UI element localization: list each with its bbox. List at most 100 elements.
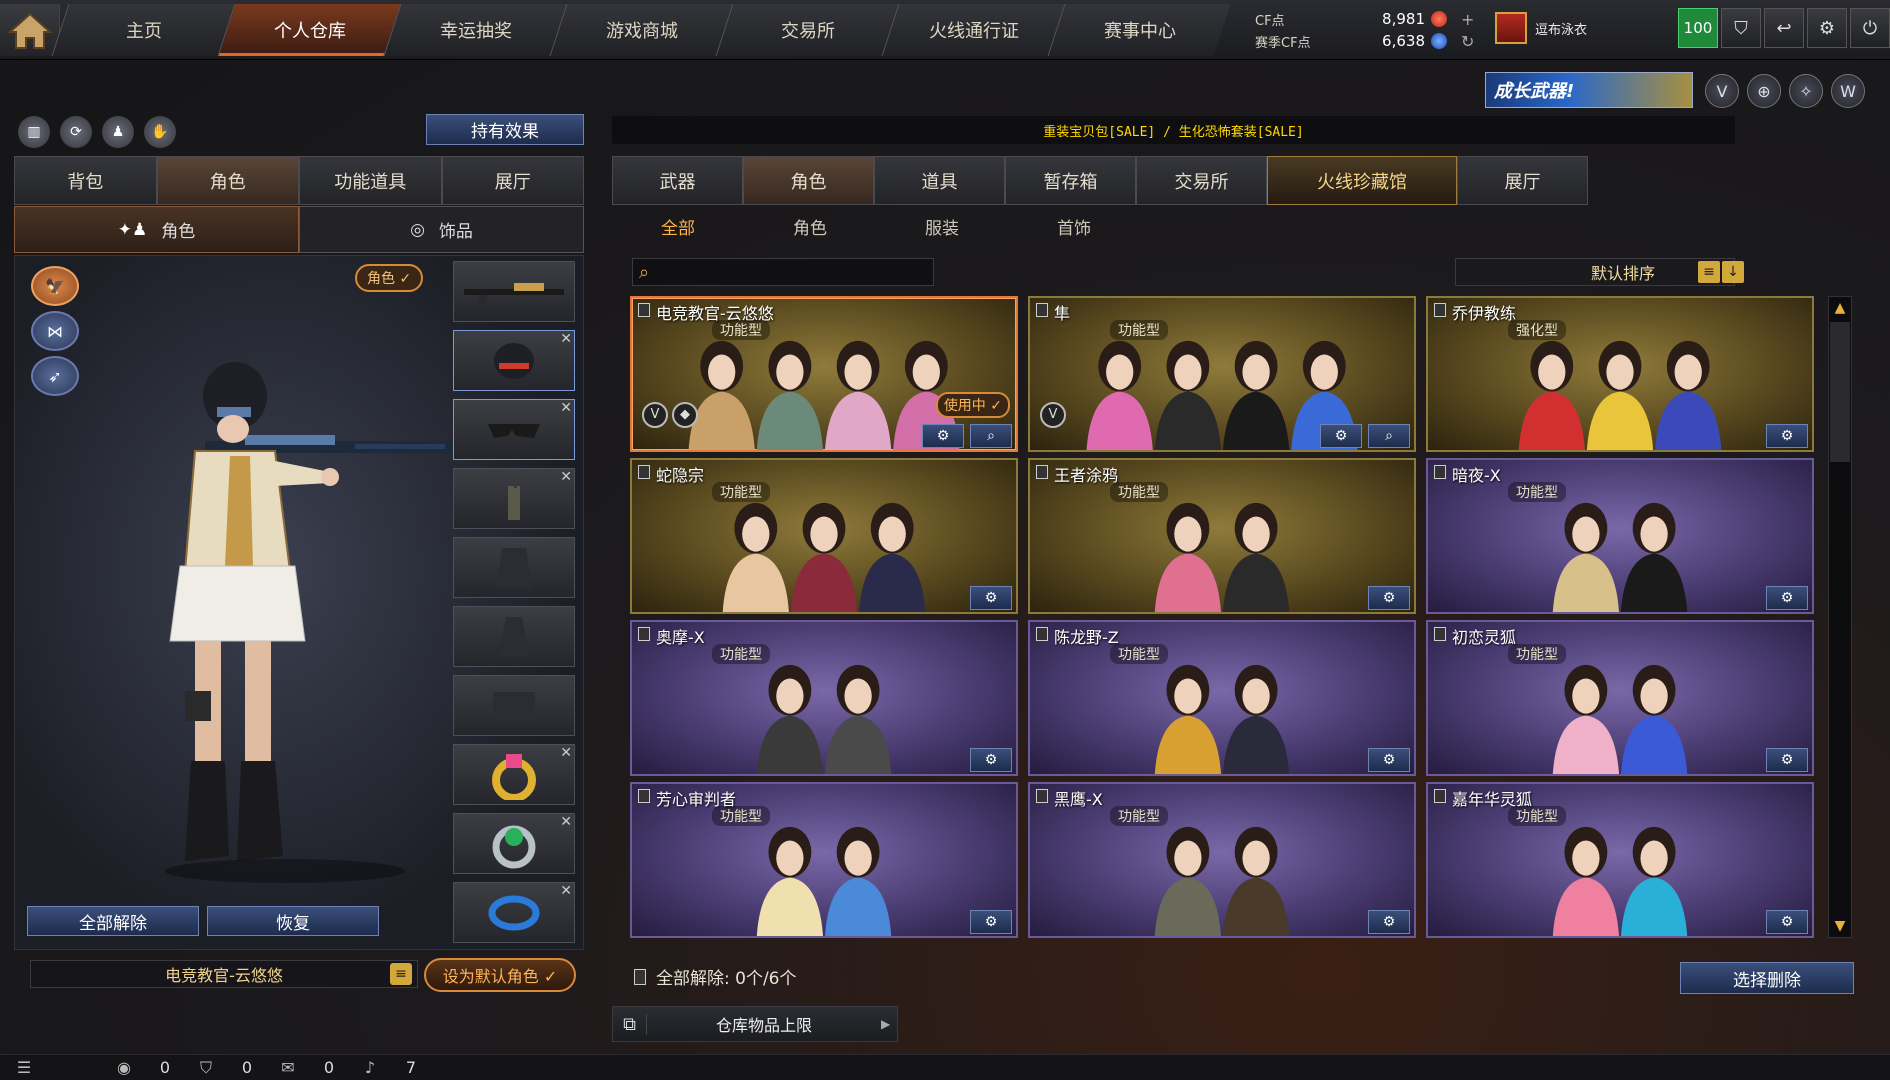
helmet-slot[interactable]: ✕ [453,330,575,391]
pose-icon[interactable]: ♟ [102,116,134,148]
scroll-thumb[interactable] [1830,322,1850,462]
remove-icon[interactable]: ✕ [560,400,572,416]
character-card[interactable]: 芳心审判者 功能型 ⚙ [630,782,1018,938]
status-item[interactable]: ♪ 7 [360,1058,428,1078]
inventory-tab-4[interactable]: 交易所 [1136,156,1267,205]
weapon-slot[interactable] [453,261,575,322]
settings-icon[interactable]: ⚙ [1807,8,1847,48]
bookmark-icon[interactable] [1434,303,1446,317]
ring-slot-2[interactable]: ✕ [453,813,575,874]
character-card[interactable]: 暗夜-X 功能型 ⚙ [1426,458,1814,614]
sort-list-icon[interactable]: ≡ [1698,261,1720,283]
nav-tab-0[interactable]: 主页 [51,4,235,56]
nav-tab-6[interactable]: 赛事中心 [1047,4,1231,56]
home-button[interactable] [0,4,60,56]
add-icon[interactable]: + [1461,10,1474,29]
gear-icon[interactable]: ⚙ [970,586,1012,610]
body-slot[interactable] [453,606,575,667]
target-icon[interactable]: ⊕ [1747,74,1781,108]
unequip-all-button[interactable]: 全部解除 [27,906,199,936]
remove-icon[interactable]: ✕ [560,469,572,485]
bracelet-slot[interactable]: ✕ [453,882,575,943]
gear-icon[interactable]: ⚙ [1368,586,1410,610]
inventory-tab-0[interactable]: 武器 [612,156,743,205]
subtab-1[interactable]: 角色 [744,208,876,244]
scroll-up-icon[interactable]: ▲ [1828,296,1852,320]
nav-tab-5[interactable]: 火线通行证 [881,4,1065,56]
left-tab-1[interactable]: 角色 [156,156,299,205]
back-icon[interactable]: ↩ [1764,8,1804,48]
rank-icon[interactable]: ⛉ [1721,8,1761,48]
rotate-view-icon[interactable]: ⟳ [60,116,92,148]
bookmark-icon[interactable] [1036,627,1048,641]
remove-icon[interactable]: ✕ [560,745,572,761]
inventory-tab-2[interactable]: 道具 [874,156,1005,205]
inventory-tab-5[interactable]: 火线珍藏馆 [1267,156,1457,205]
inventory-tab-6[interactable]: 展厅 [1457,156,1588,205]
bookmark-icon[interactable] [1434,465,1446,479]
search-input[interactable] [665,261,931,283]
bookmark-icon[interactable] [1036,465,1048,479]
eagle-faction-icon[interactable]: 🦅 [31,266,79,306]
goggles-slot[interactable]: ✕ [453,399,575,460]
search-box[interactable]: ⌕ [632,258,934,286]
vip-icon[interactable]: V [1705,74,1739,108]
role-filter-pill[interactable]: 角色 ✓ [355,264,424,292]
character-card[interactable]: 初恋灵狐 功能型 ⚙ [1426,620,1814,776]
ring-slot-1[interactable]: ✕ [453,744,575,805]
remove-icon[interactable]: ✕ [560,814,572,830]
subtab-0[interactable]: 全部 [612,208,744,244]
bookmark-icon[interactable] [638,627,650,641]
subtab-character[interactable]: ✦♟ 角色 [14,206,299,253]
gear-icon[interactable]: ⚙ [1766,910,1808,934]
gear-icon[interactable]: ⚙ [1368,748,1410,772]
scroll-down-icon[interactable]: ▼ [1828,914,1852,938]
gear-icon[interactable]: ⚙ [1766,586,1808,610]
menu-item[interactable]: ☰ [14,1058,40,1077]
subtab-3[interactable]: 首饰 [1008,208,1140,244]
bookmark-icon[interactable] [638,465,650,479]
effects-button[interactable]: 持有效果 [426,114,584,145]
bookmark-icon[interactable] [1434,789,1446,803]
bookmark-icon[interactable] [638,303,650,317]
character-model[interactable] [125,311,455,891]
gun-mod-icon[interactable]: ✧ [1789,74,1823,108]
character-card[interactable]: 隼功能型 V ⚙ ⌕ [1028,296,1416,452]
status-item[interactable]: ◉ 0 [114,1058,182,1078]
sort-direction-icon[interactable]: ↓ [1722,261,1744,283]
character-card[interactable]: 蛇隐宗 功能型 ⚙ [630,458,1018,614]
wings-faction-icon[interactable]: ⋈ [31,311,79,351]
bird-faction-icon[interactable]: ➶ [31,356,79,396]
bookmark-icon[interactable] [1036,303,1048,317]
bookmark-icon[interactable] [1434,627,1446,641]
gear-icon[interactable]: ⚙ [922,424,964,448]
gear-icon[interactable]: ⚙ [970,910,1012,934]
character-card[interactable]: 电竞教官-云悠悠 功能型 V ◆ 使用中 ✓ ⚙ ⌕ [630,296,1018,452]
power-icon[interactable]: ⏻ [1850,8,1890,48]
sale-marquee[interactable]: 重装宝贝包[SALE] / 生化恐怖套装[SALE] [612,116,1735,144]
character-card[interactable]: 陈龙野-Z 功能型 ⚙ [1028,620,1416,776]
wings-icon[interactable]: W [1831,74,1865,108]
nav-tab-3[interactable]: 游戏商城 [549,4,733,56]
gear-icon[interactable]: ⚙ [1766,424,1808,448]
remove-icon[interactable]: ✕ [560,331,572,347]
inventory-tab-3[interactable]: 暂存箱 [1005,156,1136,205]
pants-slot[interactable] [453,675,575,736]
gear-icon[interactable]: ⚙ [970,748,1012,772]
bookmark-icon[interactable] [638,789,650,803]
character-card[interactable]: 王者涂鸦 功能型 ⚙ [1028,458,1416,614]
character-card[interactable]: 嘉年华灵狐 功能型 ⚙ [1426,782,1814,938]
restore-button[interactable]: 恢复 [207,906,379,936]
hand-icon[interactable]: ✋ [144,116,176,148]
search-icon[interactable]: ⌕ [1368,424,1410,448]
nav-tab-1[interactable]: 个人仓库 [217,4,401,56]
nav-tab-2[interactable]: 幸运抽奖 [383,4,567,56]
status-item[interactable]: ⛉ 0 [196,1058,264,1078]
nav-tab-4[interactable]: 交易所 [715,4,899,56]
inventory-tab-1[interactable]: 角色 [743,156,874,205]
character-card[interactable]: 乔伊教练 强化型 ⚙ [1426,296,1814,452]
gear-icon[interactable]: ⚙ [1320,424,1362,448]
character-card[interactable]: 黑鹰-X 功能型 ⚙ [1028,782,1416,938]
character-card[interactable]: 奥摩-X 功能型 ⚙ [630,620,1018,776]
search-icon[interactable]: ⌕ [970,424,1012,448]
